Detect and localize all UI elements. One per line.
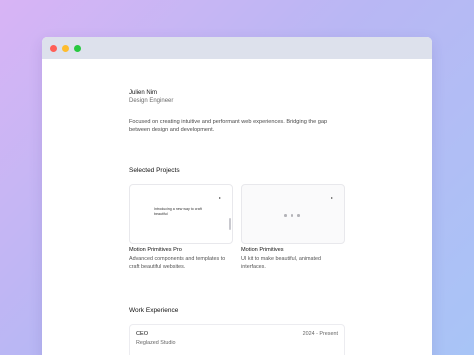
loading-dots-icon — [284, 214, 300, 217]
project-name[interactable]: Motion Primitives Pro — [129, 247, 233, 253]
project-description: Advanced components and templates to cra… — [129, 256, 226, 270]
project-card[interactable]: ▸ Motion Primitives UI kit to make beaut… — [241, 184, 345, 271]
maximize-window-dot[interactable] — [74, 44, 81, 52]
window-titlebar — [42, 37, 432, 59]
scrollbar[interactable] — [229, 218, 231, 230]
profile-bio: Focused on creating intuitive and perfor… — [129, 119, 328, 133]
profile-role: Design Engineer — [129, 98, 174, 104]
cursor-icon: ▸ — [218, 195, 221, 200]
project-description: UI kit to make beautiful, animated inter… — [241, 256, 322, 270]
job-title: CEO — [136, 331, 149, 337]
profile-name: Julien Nim — [129, 90, 158, 96]
minimize-window-dot[interactable] — [62, 44, 69, 52]
job-dates: 2024 - Present — [302, 331, 338, 337]
project-card[interactable]: Introducing a new way to craft beautiful… — [129, 184, 233, 271]
cursor-icon: ▸ — [330, 195, 333, 200]
job-card[interactable]: CEO Reglazed Studio 2024 - Present — [129, 324, 345, 355]
browser-window: Julien Nim Design Engineer Focused on cr… — [42, 37, 432, 355]
projects-heading: Selected Projects — [129, 167, 180, 174]
project-thumbnail[interactable]: ▸ — [241, 184, 345, 244]
job-company: Reglazed Studio — [136, 340, 176, 346]
work-heading: Work Experience — [129, 307, 179, 314]
project-name[interactable]: Motion Primitives — [241, 247, 345, 253]
project-thumbnail[interactable]: Introducing a new way to craft beautiful… — [129, 184, 233, 244]
thumbnail-caption: Introducing a new way to craft beautiful — [154, 207, 202, 216]
close-window-dot[interactable] — [50, 44, 57, 52]
